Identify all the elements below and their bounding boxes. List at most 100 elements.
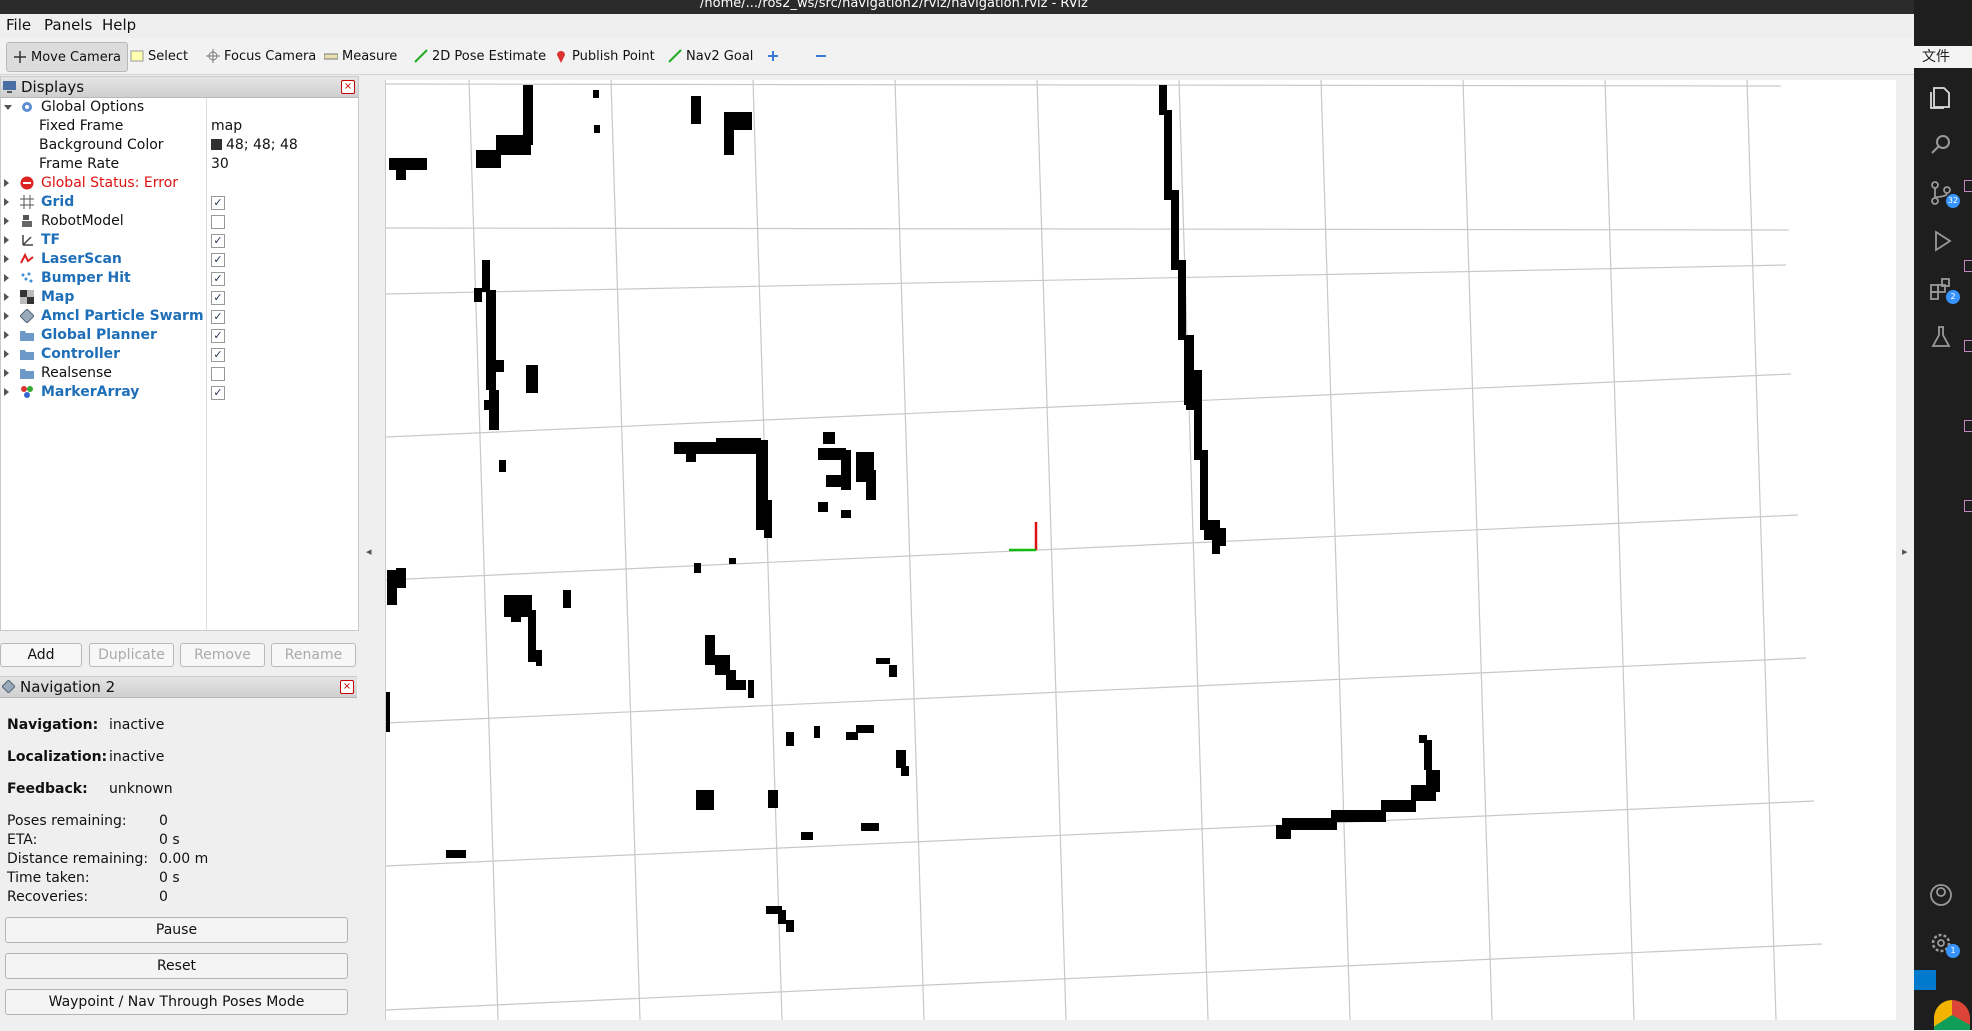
move-camera-button[interactable]: Move Camera — [6, 42, 129, 72]
displays-title: Displays — [21, 78, 85, 96]
display-row-laserscan[interactable]: LaserScan ✓ — [1, 250, 356, 269]
measure-button[interactable]: Measure — [324, 42, 397, 70]
expand-arrow-icon[interactable] — [4, 312, 9, 320]
global-status-row[interactable]: Global Status: Error — [1, 174, 356, 193]
remove-tool-button[interactable] — [814, 42, 828, 70]
reset-button[interactable]: Reset — [5, 953, 348, 979]
map-obstacle — [396, 168, 406, 180]
display-checkbox[interactable]: ✓ — [211, 234, 225, 248]
expand-arrow-icon[interactable] — [4, 388, 9, 396]
map-obstacle — [499, 460, 506, 472]
display-checkbox[interactable]: ✓ — [211, 386, 225, 400]
vscode-tab[interactable]: 文件 — [1914, 46, 1972, 68]
expand-arrow-icon[interactable] — [4, 179, 9, 187]
background-color-row[interactable]: Background Color 48; 48; 48 — [1, 136, 356, 155]
frame-rate-value[interactable]: 30 — [211, 156, 229, 172]
display-checkbox[interactable]: ✓ — [211, 291, 225, 305]
display-checkbox[interactable]: ✓ — [211, 348, 225, 362]
frame-rate-row[interactable]: Frame Rate 30 — [1, 155, 356, 174]
poses-remaining-value: 0 — [159, 813, 168, 829]
display-checkbox[interactable]: ✓ — [211, 272, 225, 286]
rename-button[interactable]: Rename — [271, 643, 356, 667]
display-checkbox[interactable] — [211, 215, 225, 229]
add-tool-button[interactable] — [766, 42, 780, 70]
editor-edge-mark — [1964, 260, 1972, 272]
remote-indicator[interactable] — [1914, 970, 1936, 990]
display-row-global-planner[interactable]: Global Planner ✓ — [1, 326, 356, 345]
publish-point-button[interactable]: Publish Point — [554, 42, 655, 70]
display-row-amcl-particle-swarm[interactable]: Amcl Particle Swarm ✓ — [1, 307, 356, 326]
display-checkbox[interactable] — [211, 367, 225, 381]
folder-icon — [20, 350, 34, 360]
testing-icon[interactable] — [1928, 324, 1954, 350]
global-options-row[interactable]: Global Options — [1, 98, 356, 117]
map-obstacle — [814, 726, 820, 738]
display-row-map[interactable]: Map ✓ — [1, 288, 356, 307]
grid-line — [1320, 80, 1351, 1020]
run-debug-icon[interactable] — [1928, 228, 1954, 254]
occupancy-map — [386, 85, 1440, 932]
display-checkbox[interactable]: ✓ — [211, 329, 225, 343]
pause-button[interactable]: Pause — [5, 917, 348, 943]
display-checkbox[interactable]: ✓ — [211, 196, 225, 210]
pose-estimate-button[interactable]: 2D Pose Estimate — [414, 42, 546, 70]
close-navigation2-button[interactable]: × — [340, 680, 354, 694]
account-icon[interactable] — [1928, 882, 1954, 908]
expand-arrow-icon[interactable] — [4, 255, 9, 263]
map-obstacle — [896, 750, 906, 768]
map-obstacle — [1276, 825, 1291, 839]
display-checkbox[interactable]: ✓ — [211, 253, 225, 267]
menu-file[interactable]: File — [6, 16, 31, 34]
expand-arrow-icon[interactable] — [4, 236, 9, 244]
display-checkbox[interactable]: ✓ — [211, 310, 225, 324]
display-row-controller[interactable]: Controller ✓ — [1, 345, 356, 364]
expand-arrow-icon[interactable] — [4, 331, 9, 339]
map-obstacle — [818, 502, 828, 512]
duplicate-button[interactable]: Duplicate — [89, 643, 174, 667]
waypoint-mode-button[interactable]: Waypoint / Nav Through Poses Mode — [5, 989, 348, 1015]
grid-line — [386, 264, 1787, 295]
add-button[interactable]: Add — [0, 643, 82, 667]
fixed-frame-row[interactable]: Fixed Frame map — [1, 117, 356, 136]
nav2-goal-icon — [668, 49, 682, 63]
collapse-right-handle[interactable]: ▸ — [1902, 545, 1908, 558]
displays-panel: Displays × Global Options Fixed Frame ma… — [0, 76, 359, 631]
poses-remaining-label: Poses remaining: — [7, 813, 127, 829]
explorer-icon[interactable] — [1928, 84, 1954, 110]
expand-arrow-icon[interactable] — [4, 293, 9, 301]
expand-arrow-icon[interactable] — [4, 217, 9, 225]
localization-label-text: Localization: — [7, 749, 108, 765]
background-color-value[interactable]: 48; 48; 48 — [211, 137, 298, 153]
chrome-icon[interactable] — [1934, 1000, 1970, 1030]
expand-arrow-icon[interactable] — [4, 369, 9, 377]
expand-arrow-icon[interactable] — [4, 274, 9, 282]
close-displays-button[interactable]: × — [341, 80, 355, 94]
display-label: Realsense — [41, 365, 112, 381]
render-viewport[interactable] — [385, 80, 1896, 1020]
map-obstacle — [726, 670, 736, 690]
display-row-grid[interactable]: Grid ✓ — [1, 193, 356, 212]
navigation2-panel: Navigation 2 × Navigation: inactive Loca… — [0, 676, 357, 1031]
display-row-robotmodel[interactable]: RobotModel — [1, 212, 356, 231]
menu-panels[interactable]: Panels — [44, 16, 92, 34]
expand-arrow-icon[interactable] — [4, 105, 12, 110]
map-obstacle — [786, 920, 794, 932]
nav2-goal-button[interactable]: Nav2 Goal — [668, 42, 753, 70]
pose-estimate-label: 2D Pose Estimate — [432, 48, 547, 64]
display-row-markerarray[interactable]: MarkerArray ✓ — [1, 383, 356, 402]
display-row-tf[interactable]: TF ✓ — [1, 231, 356, 250]
select-button[interactable]: Select — [130, 42, 188, 70]
remove-button[interactable]: Remove — [180, 643, 265, 667]
display-label: Map — [41, 289, 75, 305]
map-obstacle — [705, 635, 715, 665]
display-row-bumper-hit[interactable]: Bumper Hit ✓ — [1, 269, 356, 288]
search-icon[interactable] — [1928, 132, 1954, 158]
map-obstacle — [801, 832, 813, 840]
menu-help[interactable]: Help — [102, 16, 136, 34]
expand-arrow-icon[interactable] — [4, 350, 9, 358]
fixed-frame-value[interactable]: map — [211, 118, 242, 134]
display-row-realsense[interactable]: Realsense — [1, 364, 356, 383]
expand-arrow-icon[interactable] — [4, 198, 9, 206]
focus-camera-button[interactable]: Focus Camera — [206, 42, 316, 70]
collapse-left-handle[interactable]: ◂ — [366, 545, 372, 558]
